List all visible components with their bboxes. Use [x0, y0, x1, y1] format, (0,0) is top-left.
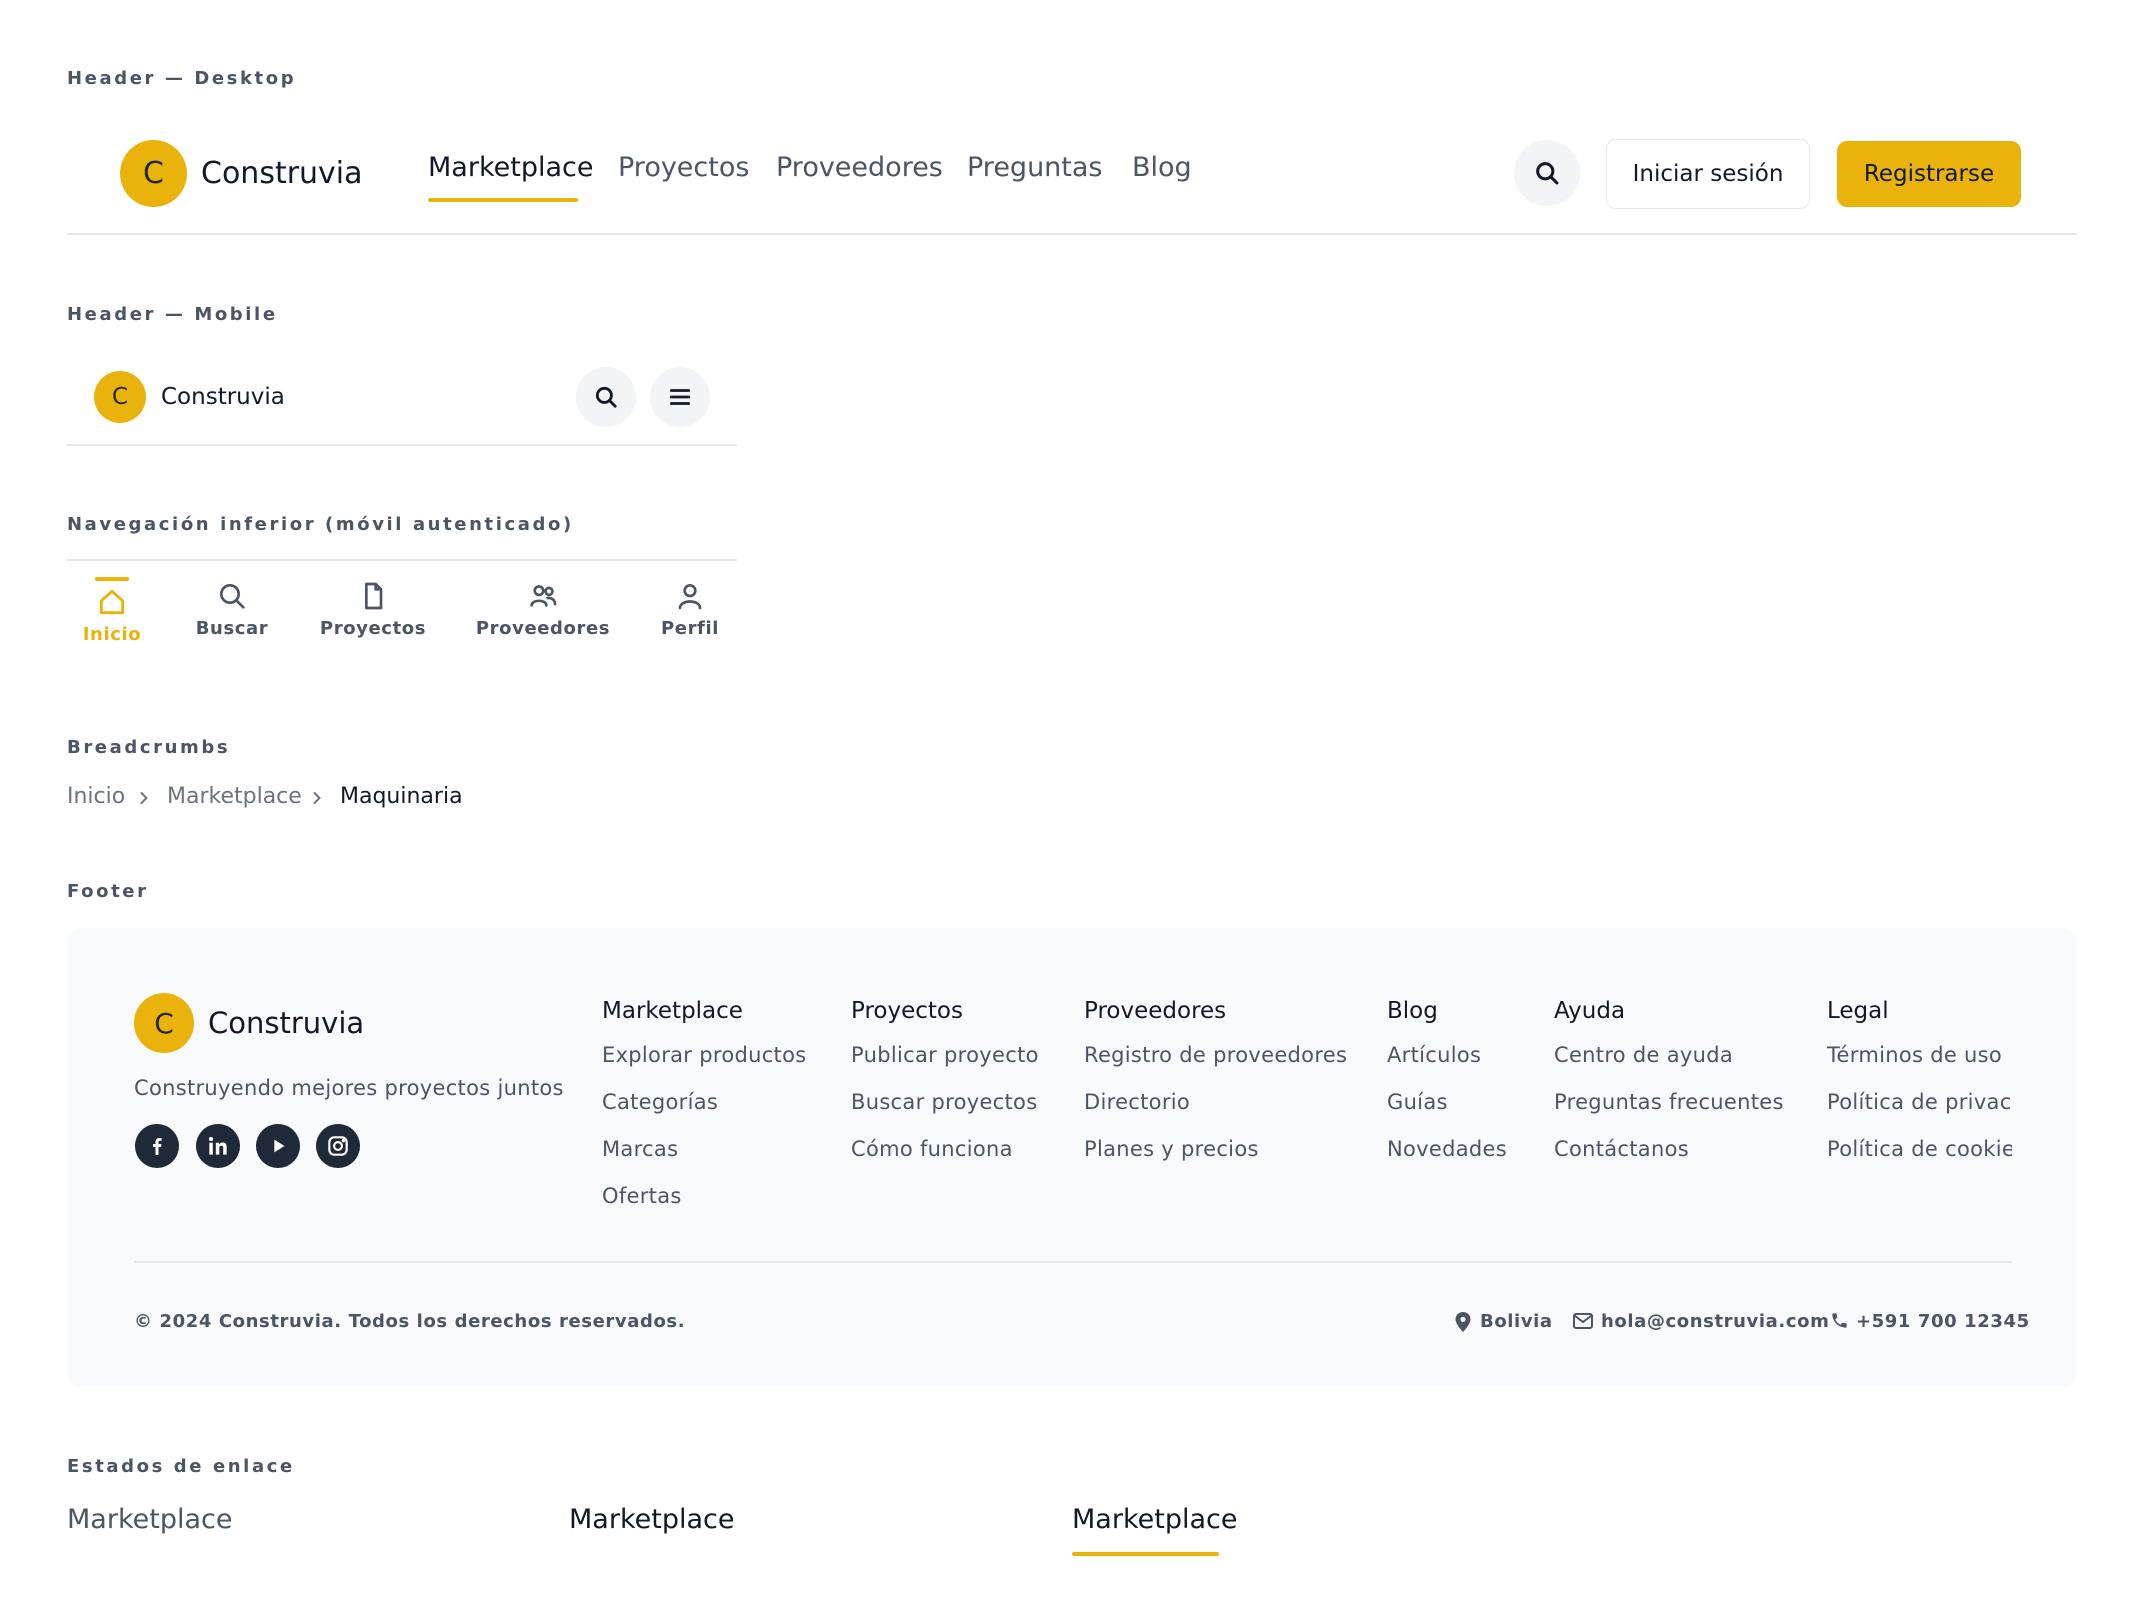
search-icon — [220, 584, 245, 609]
footer-link[interactable]: Centro de ayuda — [1554, 1043, 1733, 1067]
footer-link[interactable]: Publicar proyecto — [851, 1043, 1039, 1067]
footer-logo-mark[interactable]: C — [134, 993, 194, 1053]
phone-icon — [1832, 1313, 1847, 1328]
footer-link[interactable]: Términos de uso — [1827, 1043, 2002, 1067]
footer-link[interactable]: Ofertas — [602, 1184, 682, 1208]
bottom-nav-perfil[interactable]: Perfil — [625, 580, 755, 639]
section-label-breadcrumbs: Breadcrumbs — [67, 737, 231, 758]
bottom-nav-proveedores[interactable]: Proveedores — [475, 580, 611, 639]
nav-preguntas[interactable]: Preguntas — [967, 152, 1103, 183]
nav-proyectos[interactable]: Proyectos — [618, 152, 749, 183]
youtube-icon — [274, 1139, 285, 1153]
nav-blog[interactable]: Blog — [1132, 152, 1192, 183]
instagram-link[interactable] — [316, 1124, 360, 1168]
bottom-nav-buscar[interactable]: Buscar — [167, 580, 297, 639]
footer-phone[interactable]: +591 700 12345 — [1856, 1311, 2030, 1332]
desktop-header-divider — [67, 233, 2077, 235]
footer-link[interactable]: Cómo funciona — [851, 1137, 1013, 1161]
footer-link[interactable]: Marcas — [602, 1137, 678, 1161]
footer-location: Bolivia — [1480, 1311, 1553, 1332]
footer-link[interactable]: Política de cookie: — [1827, 1137, 2012, 1161]
mobile-search-button[interactable] — [576, 367, 636, 427]
footer-column-title: Blog — [1387, 998, 1438, 1024]
instagram-icon — [328, 1136, 348, 1156]
document-icon — [365, 582, 383, 610]
footer-link[interactable]: Novedades — [1387, 1137, 1507, 1161]
bottom-nav-divider — [67, 559, 737, 561]
footer-tagline: Construyendo mejores proyectos juntos — [134, 1076, 564, 1100]
mobile-logo-mark[interactable]: C — [94, 371, 146, 423]
youtube-link[interactable] — [256, 1124, 300, 1168]
section-label-mobile: Header — Mobile — [67, 304, 278, 325]
facebook-link[interactable] — [135, 1124, 179, 1168]
mobile-menu-button[interactable] — [650, 367, 710, 427]
logo-mark[interactable]: C — [120, 140, 187, 207]
section-label-link-states: Estados de enlace — [67, 1456, 295, 1477]
users-icon — [530, 585, 557, 607]
link-state-default[interactable]: Marketplace — [67, 1504, 232, 1535]
footer-column-title: Ayuda — [1554, 998, 1626, 1024]
bottom-nav-label: Proveedores — [475, 618, 611, 639]
footer-link[interactable]: Contáctanos — [1554, 1137, 1689, 1161]
link-state-active-indicator — [1072, 1552, 1219, 1556]
footer-link[interactable]: Explorar productos — [602, 1043, 806, 1067]
footer-link[interactable]: Categorías — [602, 1090, 718, 1114]
footer-link[interactable]: Planes y precios — [1084, 1137, 1259, 1161]
linkedin-link[interactable] — [196, 1124, 240, 1168]
linkedin-icon — [209, 1137, 227, 1155]
section-label-footer: Footer — [67, 881, 149, 902]
home-icon — [99, 589, 125, 615]
section-label-bottom-nav: Navegación inferior (móvil autenticado) — [67, 514, 574, 535]
footer-link[interactable]: Política de privaci — [1827, 1090, 2012, 1114]
search-icon — [1536, 162, 1559, 185]
footer-column-title: Proveedores — [1084, 998, 1227, 1024]
search-button[interactable] — [1514, 140, 1580, 206]
chevron-right-icon — [140, 792, 148, 804]
footer-link[interactable]: Registro de proveedores — [1084, 1043, 1347, 1067]
breadcrumb-item-inicio[interactable]: Inicio — [67, 784, 125, 809]
nav-proveedores[interactable]: Proveedores — [776, 152, 943, 183]
facebook-icon — [153, 1138, 162, 1155]
footer-link[interactable]: Artículos — [1387, 1043, 1481, 1067]
login-button[interactable]: Iniciar sesión — [1606, 139, 1810, 209]
section-label-desktop: Header — Desktop — [67, 68, 297, 89]
user-icon — [678, 584, 702, 610]
link-state-active[interactable]: Marketplace — [1072, 1504, 1237, 1535]
location-pin-icon — [1455, 1312, 1471, 1332]
nav-active-indicator — [428, 198, 578, 202]
bottom-nav-active-indicator — [95, 577, 129, 581]
footer-copyright: © 2024 Construvia. Todos los derechos re… — [134, 1311, 686, 1332]
bottom-nav-label: Proyectos — [319, 618, 427, 639]
bottom-nav-inicio[interactable]: Inicio — [47, 586, 177, 645]
footer-email[interactable]: hola@construvia.com — [1601, 1311, 1829, 1332]
footer-column-title: Marketplace — [602, 998, 743, 1024]
mobile-header-divider — [67, 444, 737, 446]
register-button[interactable]: Registrarse — [1837, 141, 2021, 207]
search-icon — [595, 386, 617, 408]
breadcrumb-item-marketplace[interactable]: Marketplace — [167, 784, 302, 809]
footer-divider — [134, 1261, 2012, 1263]
link-state-hover[interactable]: Marketplace — [569, 1504, 734, 1535]
hamburger-icon — [669, 389, 691, 405]
nav-marketplace[interactable]: Marketplace — [428, 152, 593, 183]
mail-icon — [1573, 1313, 1593, 1329]
bottom-nav-label: Perfil — [660, 618, 720, 639]
footer-link[interactable]: Guías — [1387, 1090, 1448, 1114]
footer-link[interactable]: Buscar proyectos — [851, 1090, 1037, 1114]
footer-column-title: Proyectos — [851, 998, 963, 1024]
bottom-nav-label: Buscar — [195, 618, 269, 639]
chevron-right-icon — [313, 792, 321, 804]
mobile-brand-name[interactable]: Construvia — [161, 384, 285, 410]
breadcrumb-item-current: Maquinaria — [340, 784, 463, 809]
footer-column-title: Legal — [1827, 998, 1889, 1024]
bottom-nav-proyectos[interactable]: Proyectos — [308, 580, 438, 639]
footer-link[interactable]: Directorio — [1084, 1090, 1190, 1114]
footer-brand-name[interactable]: Construvia — [208, 1006, 364, 1040]
brand-name[interactable]: Construvia — [201, 156, 363, 191]
footer-link[interactable]: Preguntas frecuentes — [1554, 1090, 1784, 1114]
bottom-nav-label: Inicio — [82, 624, 142, 645]
